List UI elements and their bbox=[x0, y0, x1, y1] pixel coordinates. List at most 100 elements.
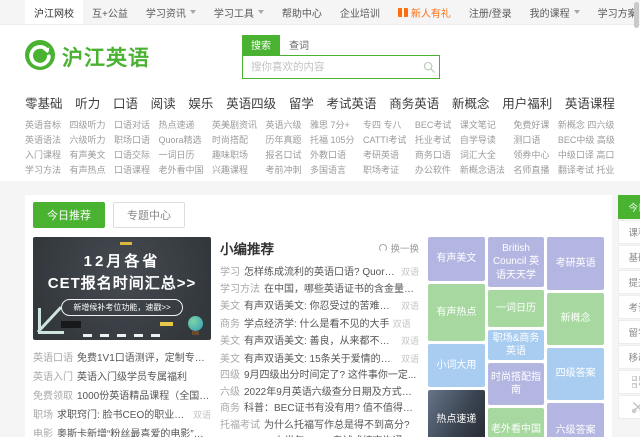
hujiang-logo[interactable]: 沪江英语 bbox=[25, 39, 150, 75]
subnav-link[interactable]: 托福 105分 bbox=[310, 133, 355, 148]
subnav-link[interactable]: 中级口译 高口 bbox=[558, 148, 615, 163]
subnav-link[interactable]: 新概念 四六级 bbox=[558, 118, 615, 133]
topic-tile[interactable]: 老外看中国 bbox=[487, 408, 545, 437]
nav-item[interactable]: 新概念 bbox=[452, 93, 490, 112]
subnav-link[interactable]: 趣味职场 bbox=[212, 148, 257, 163]
topbar-item[interactable]: 我的课程 bbox=[521, 0, 589, 24]
subnav-link[interactable]: 职场考证 bbox=[363, 163, 406, 178]
topic-tile[interactable]: 新概念 bbox=[547, 293, 605, 345]
topbar-item[interactable]: 企业培训 bbox=[331, 0, 389, 24]
subnav-link[interactable]: 一词日历 bbox=[159, 148, 204, 163]
subnav-link[interactable]: 职场口语 bbox=[114, 133, 150, 148]
subnav-link[interactable]: 名师直播 bbox=[513, 163, 549, 178]
news-item[interactable]: 免费领取 1000份英语精品课程（全国通用） bbox=[33, 387, 211, 406]
subnav-link[interactable]: 办公软件 bbox=[415, 163, 452, 178]
subnav-link[interactable]: 考研英语 bbox=[363, 148, 406, 163]
nav-item[interactable]: 阅读 bbox=[151, 93, 176, 112]
subnav-link[interactable]: 英语语法 bbox=[25, 133, 61, 148]
qr-code-icon[interactable] bbox=[618, 370, 640, 394]
subnav-link[interactable]: 考前冲刺 bbox=[266, 163, 302, 178]
subnav-link[interactable]: 新概念语法 bbox=[460, 163, 505, 178]
nav-item[interactable]: 英语课程 bbox=[565, 93, 615, 112]
refresh-button[interactable]: 换一换 bbox=[379, 241, 419, 255]
subnav-link[interactable]: 翻译考试 托业 bbox=[558, 163, 615, 178]
topic-tile[interactable]: 时尚搭配指南 bbox=[487, 363, 545, 405]
subnav-link[interactable]: 学习方法 bbox=[25, 163, 61, 178]
subnav-link[interactable]: 时尚搭配 bbox=[212, 133, 257, 148]
subnav-link[interactable]: 入门课程 bbox=[25, 148, 61, 163]
rail-anchor[interactable]: 考试 bbox=[618, 295, 640, 319]
rail-anchor[interactable]: 移动 bbox=[618, 345, 640, 369]
topbar-item[interactable]: 学习工具 bbox=[205, 0, 273, 24]
subnav-link[interactable]: CATTI考试 bbox=[363, 133, 406, 148]
topic-tile[interactable]: 一词日历 bbox=[487, 290, 545, 327]
feed-item[interactable]: 美文 有声双语美文: 善良，从来都不是白费的 双语 bbox=[220, 333, 419, 351]
search-icon[interactable] bbox=[419, 61, 439, 73]
subnav-link[interactable]: 历年真题 bbox=[266, 133, 302, 148]
topbar-item[interactable]: 注册/登录 bbox=[460, 0, 521, 24]
topic-tile[interactable]: 小词大用 bbox=[428, 344, 485, 387]
subnav-link[interactable]: 外教口语 bbox=[310, 148, 355, 163]
rail-anchor[interactable]: 提升 bbox=[618, 270, 640, 294]
feed-item[interactable]: 商务 学点经济学: 什么是看不见的大手 双语 bbox=[220, 316, 419, 334]
nav-item[interactable]: 口语 bbox=[113, 93, 138, 112]
subnav-link[interactable]: 雅思 7分+ bbox=[310, 118, 355, 133]
subnav-link[interactable]: 热点速递 bbox=[159, 118, 204, 133]
rail-anchor[interactable]: 今日 bbox=[618, 195, 640, 219]
topic-tile[interactable]: 有声热点 bbox=[428, 284, 485, 341]
subnav-link[interactable]: 有声美文 bbox=[70, 148, 106, 163]
service-icon[interactable] bbox=[618, 395, 640, 419]
tab-search[interactable]: 搜索 bbox=[242, 35, 280, 55]
news-item[interactable]: 电影 奥斯卡新增“粉丝最喜爱的电影”奖项! bbox=[33, 425, 211, 437]
feed-item[interactable]: 学习方法 在中国，哪些英语证书的含金量超高? bbox=[220, 282, 419, 299]
subnav-link[interactable]: 口语对话 bbox=[114, 118, 150, 133]
nav-item[interactable]: 娱乐 bbox=[188, 93, 213, 112]
feed-item[interactable]: 美文 有声双语美文: 15条关于爱情的经典名言 双语 bbox=[220, 351, 419, 369]
subnav-link[interactable]: 有声热点 bbox=[70, 163, 106, 178]
news-item[interactable]: 英语入门 英语入门级学员专属福利 bbox=[33, 368, 211, 387]
topic-tile[interactable]: 四级答案 bbox=[547, 348, 605, 400]
scrollbar[interactable] bbox=[634, 2, 639, 28]
nav-item[interactable]: 留学 bbox=[289, 93, 314, 112]
feed-item[interactable]: 六级 2022年9月英语六级查分日期及方式、... bbox=[220, 385, 419, 402]
subnav-link[interactable]: 词汇大全 bbox=[460, 148, 505, 163]
today-recommend-tab[interactable]: 今日推荐 bbox=[33, 202, 105, 228]
subnav-link[interactable]: 领券中心 bbox=[513, 148, 549, 163]
nav-item[interactable]: 考试英语 bbox=[327, 93, 377, 112]
search-input[interactable] bbox=[243, 61, 419, 73]
topic-tile[interactable]: 有声美文 bbox=[428, 237, 485, 281]
feed-item[interactable]: 托福考试 为什么托福写作总是得不到高分? bbox=[220, 418, 419, 435]
topic-center-tab[interactable]: 专题中心 bbox=[113, 202, 185, 228]
topbar-item[interactable]: 帮助中心 bbox=[273, 0, 331, 24]
nav-item[interactable]: 听力 bbox=[75, 93, 100, 112]
subnav-link[interactable]: 英美剧资讯 bbox=[212, 118, 257, 133]
topic-tile[interactable]: 六级答案 bbox=[547, 403, 605, 437]
subnav-link[interactable]: BEC中级 高级 bbox=[558, 133, 615, 148]
subnav-link[interactable]: 自学导读 bbox=[460, 133, 505, 148]
subnav-link[interactable]: 多国语言 bbox=[310, 163, 355, 178]
subnav-link[interactable]: 商务口语 bbox=[415, 148, 452, 163]
news-item[interactable]: 英语口语 免费1V1口语测评，定制专属学习方案 bbox=[33, 349, 211, 368]
subnav-link[interactable]: 托业考试 bbox=[415, 133, 452, 148]
topbar-item[interactable]: 沪江网校 bbox=[25, 0, 83, 24]
subnav-link[interactable]: BEC考试 bbox=[415, 118, 452, 133]
rail-anchor[interactable]: 课程 bbox=[618, 220, 640, 244]
topbar-item[interactable]: 互+公益 bbox=[83, 0, 137, 24]
nav-item[interactable]: 用户福利 bbox=[502, 93, 552, 112]
nav-item[interactable]: 商务英语 bbox=[389, 93, 439, 112]
subnav-link[interactable]: 六级听力 bbox=[70, 133, 106, 148]
subnav-link[interactable]: 老外看中国 bbox=[159, 163, 204, 178]
topic-tile[interactable]: British Council 英语天天学 bbox=[487, 237, 545, 287]
subnav-link[interactable]: 兴趣课程 bbox=[212, 163, 257, 178]
feed-item[interactable]: 学习 怎样练成流利的英语口语? Quora大神... 双语 bbox=[220, 264, 419, 282]
subnav-link[interactable]: 测口语 bbox=[513, 133, 549, 148]
subnav-link[interactable]: 课文笔记 bbox=[460, 118, 505, 133]
subnav-link[interactable]: 专四 专八 bbox=[363, 118, 406, 133]
feed-item[interactable]: 四级 9月四级出分时间定了? 这件事你一定... bbox=[220, 368, 419, 385]
rail-anchor[interactable]: 基础 bbox=[618, 245, 640, 269]
topic-tile[interactable]: 职场&商务英语 bbox=[487, 330, 545, 360]
subnav-link[interactable]: 英语六级 bbox=[266, 118, 302, 133]
subnav-link[interactable]: 免费好课 bbox=[513, 118, 549, 133]
topic-tile[interactable]: 热点速递 bbox=[428, 390, 485, 437]
subnav-link[interactable]: 口语交际 bbox=[114, 148, 150, 163]
